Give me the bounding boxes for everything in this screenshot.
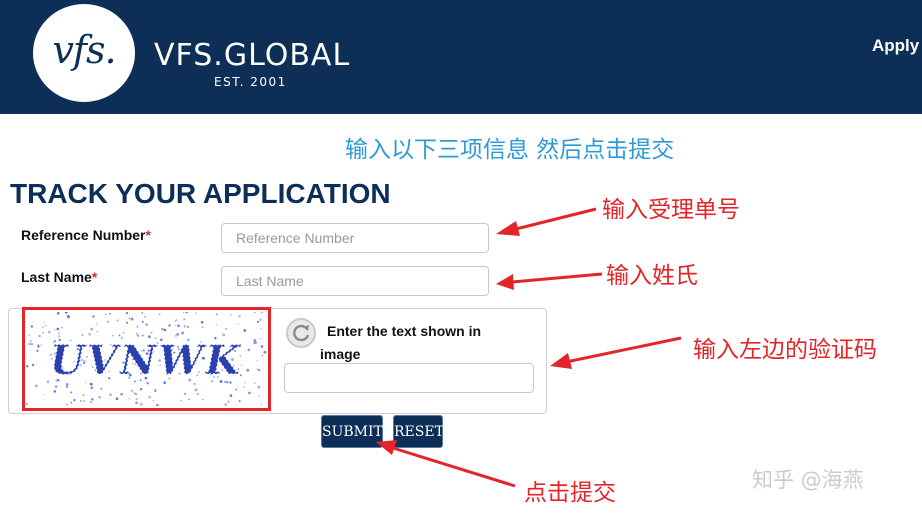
annotation-submit: 点击提交 (524, 480, 616, 506)
annotation-reference: 输入受理单号 (602, 197, 740, 223)
annotation-captcha: 输入左边的验证码 (693, 337, 877, 363)
arrow-icon (565, 336, 682, 364)
arrow-icon (550, 353, 572, 369)
arrow-icon (511, 207, 597, 232)
arrow-icon (496, 274, 514, 290)
arrow-icon (511, 272, 603, 284)
annotation-last-name: 输入姓氏 (606, 263, 698, 289)
arrow-icon (496, 221, 520, 236)
annotation-arrows (376, 207, 682, 488)
arrow-icon (392, 446, 516, 488)
watermark: 知乎 @海燕 (752, 468, 864, 492)
arrow-icon (376, 440, 397, 455)
